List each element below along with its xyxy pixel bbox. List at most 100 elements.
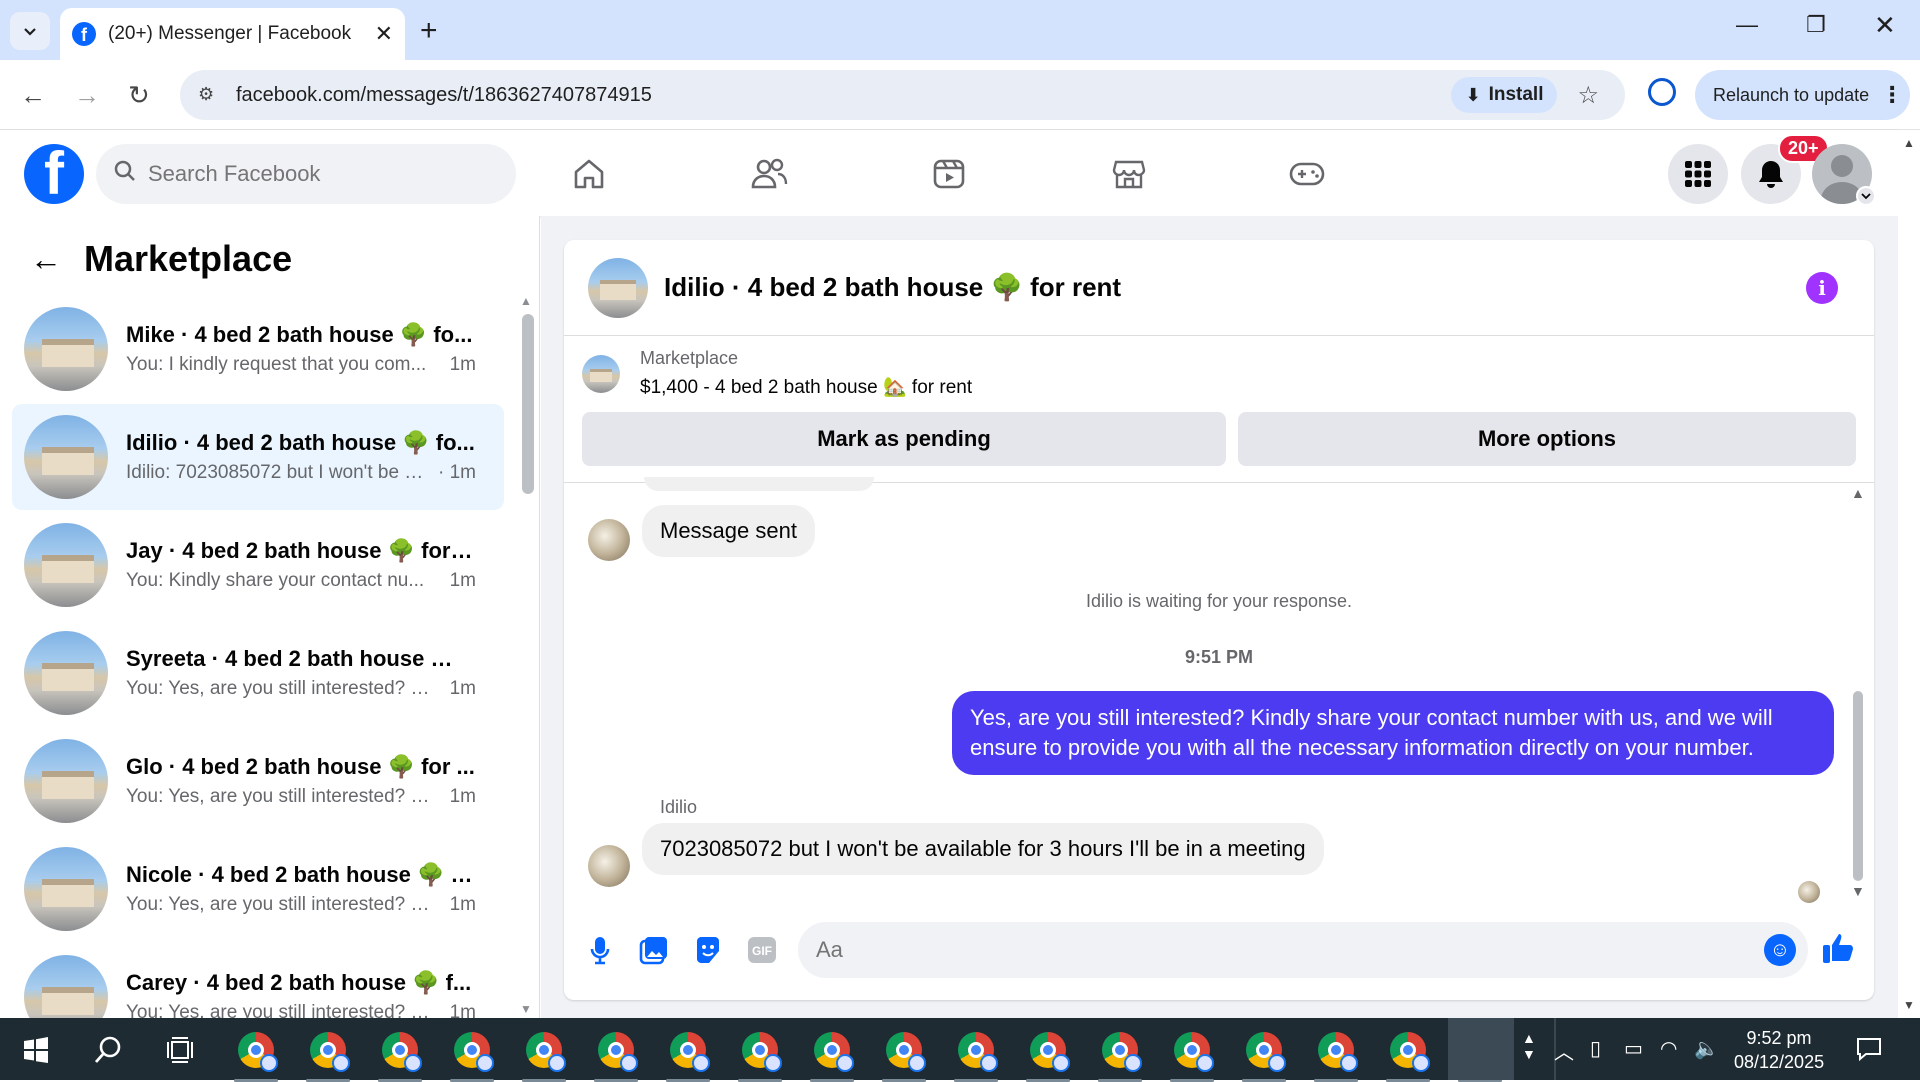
more-options-button[interactable]: More options xyxy=(1238,412,1856,466)
chrome-taskbar-icon[interactable] xyxy=(522,1028,566,1082)
conversation-list-scrollbar[interactable] xyxy=(522,314,534,494)
scroll-up-arrow-icon[interactable]: ▲ xyxy=(1851,485,1865,501)
message-thread: Message sent Idilio is waiting for your … xyxy=(564,477,1874,903)
mark-as-pending-button[interactable]: Mark as pending xyxy=(582,412,1226,466)
tab-close-icon[interactable]: ✕ xyxy=(375,21,393,47)
menu-grid-button[interactable] xyxy=(1668,144,1728,204)
url-text[interactable]: facebook.com/messages/t/1863627407874915 xyxy=(236,84,1451,107)
message-bubble-incoming[interactable]: Message sent xyxy=(642,505,815,557)
account-chevron-icon[interactable] xyxy=(1856,186,1876,206)
system-clock[interactable]: 9:52 pm 08/12/2025 xyxy=(1734,1026,1824,1074)
volume-icon[interactable]: 🔈 xyxy=(1694,1036,1719,1061)
gif-icon[interactable]: GIF xyxy=(744,932,780,968)
conversation-item[interactable]: Mike · 4 bed 2 bath house 🌳 fo... You: I… xyxy=(12,296,504,402)
chrome-taskbar-icon[interactable] xyxy=(1242,1028,1286,1082)
search-icon[interactable] xyxy=(86,1028,130,1072)
minimize-button[interactable]: — xyxy=(1736,12,1758,38)
chrome-taskbar-icon[interactable] xyxy=(306,1028,350,1082)
message-bubble-outgoing[interactable]: Yes, are you still interested? Kindly sh… xyxy=(952,691,1834,775)
idilio-avatar[interactable] xyxy=(588,845,630,887)
conversation-item[interactable]: Jay · 4 bed 2 bath house 🌳 for r... You:… xyxy=(12,512,504,618)
chrome-taskbar-icon[interactable] xyxy=(1098,1028,1142,1082)
bookmark-star-icon[interactable]: ☆ xyxy=(1577,81,1599,110)
omnibox[interactable]: ⚙ facebook.com/messages/t/18636274078749… xyxy=(180,70,1625,120)
home-icon[interactable] xyxy=(567,152,611,196)
chrome-taskbar-icon[interactable] xyxy=(666,1028,710,1082)
facebook-logo-icon[interactable]: f xyxy=(24,144,84,204)
back-button[interactable]: ← xyxy=(20,80,46,111)
chrome-taskbar-icon[interactable] xyxy=(594,1028,638,1082)
page-scrollbar[interactable]: ▲ ▼ xyxy=(1898,130,1920,1018)
sticker-icon[interactable] xyxy=(690,932,726,968)
friends-icon[interactable] xyxy=(747,152,791,196)
info-icon[interactable]: i xyxy=(1806,272,1838,304)
device-icon[interactable]: ▯ xyxy=(1590,1036,1601,1061)
chrome-icon xyxy=(238,1032,278,1072)
chrome-taskbar-icon[interactable] xyxy=(954,1028,998,1082)
marketplace-icon[interactable] xyxy=(1107,152,1151,196)
wifi-icon[interactable]: ◠ xyxy=(1660,1036,1677,1061)
message-input-field[interactable]: ☺ xyxy=(798,922,1808,978)
photo-icon[interactable] xyxy=(636,932,672,968)
browser-tab-bar: f (20+) Messenger | Facebook ✕ + — ❐ ✕ xyxy=(0,0,1920,60)
chrome-icon xyxy=(958,1032,998,1072)
message-bubble-incoming[interactable]: 7023085072 but I won't be available for … xyxy=(642,823,1324,875)
conversation-item[interactable]: Syreeta · 4 bed 2 bath house 🌳 ... You: … xyxy=(12,620,504,726)
chrome-taskbar-icon[interactable] xyxy=(738,1028,782,1082)
chrome-taskbar-icon[interactable] xyxy=(1170,1028,1214,1082)
show-hidden-icons-icon[interactable]: ︿ xyxy=(1554,1036,1574,1065)
scroll-down-arrow-icon[interactable]: ▼ xyxy=(520,1002,532,1016)
conversation-item[interactable]: Carey · 4 bed 2 bath house 🌳 f... You: Y… xyxy=(12,944,504,1018)
profile-icon[interactable] xyxy=(1648,78,1676,106)
chrome-taskbar-icon[interactable] xyxy=(882,1028,926,1082)
search-facebook[interactable] xyxy=(96,144,516,204)
page-scroll-down-icon[interactable]: ▼ xyxy=(1903,998,1915,1012)
chrome-taskbar-icon[interactable] xyxy=(810,1028,854,1082)
chat-scrollbar[interactable] xyxy=(1853,691,1863,881)
listing-thumbnail xyxy=(582,354,620,393)
site-info-icon[interactable]: ⚙ xyxy=(198,84,220,106)
chat-avatar[interactable] xyxy=(588,257,648,318)
chrome-taskbar-icon[interactable] xyxy=(234,1028,278,1082)
menu-kebab-icon[interactable]: ⋮ xyxy=(1881,82,1903,108)
scroll-down-arrow-icon[interactable]: ▼ xyxy=(1851,883,1865,899)
listing-avatar xyxy=(24,415,108,499)
restore-button[interactable]: ❐ xyxy=(1806,12,1826,38)
install-button[interactable]: ⬇ Install xyxy=(1451,77,1558,113)
windows-start-icon[interactable] xyxy=(14,1028,58,1072)
like-thumbs-up-icon[interactable] xyxy=(1820,930,1856,966)
notification-center-icon[interactable] xyxy=(1856,1036,1882,1068)
chrome-taskbar-icon[interactable] xyxy=(1386,1028,1430,1082)
tab-search-button[interactable] xyxy=(10,12,50,50)
chrome-taskbar-icon[interactable] xyxy=(450,1028,494,1082)
video-icon[interactable] xyxy=(927,152,971,196)
conversation-item-active[interactable]: Idilio · 4 bed 2 bath house 🌳 fo... Idil… xyxy=(12,404,504,510)
message-timestamp: 9:51 PM xyxy=(1184,647,1254,667)
conversation-item[interactable]: Glo · 4 bed 2 bath house 🌳 for ... You: … xyxy=(12,728,504,834)
taskbar-scroll-icon[interactable]: ▲ ▼ xyxy=(1522,1030,1536,1062)
microphone-icon[interactable] xyxy=(582,932,618,968)
chat-title[interactable]: Idilio · 4 bed 2 bath house 🌳 for rent xyxy=(664,272,1121,303)
browser-tab-active[interactable]: f (20+) Messenger | Facebook ✕ xyxy=(60,8,405,60)
chrome-taskbar-icon[interactable] xyxy=(378,1028,422,1082)
gaming-icon[interactable] xyxy=(1285,152,1329,196)
search-input[interactable] xyxy=(148,161,448,187)
task-view-icon[interactable] xyxy=(158,1028,202,1072)
chrome-taskbar-icon[interactable] xyxy=(1314,1028,1358,1082)
listing-card[interactable]: Marketplace $1,400 - 4 bed 2 bath house … xyxy=(582,348,972,399)
message-input[interactable] xyxy=(816,937,1716,963)
conversation-item[interactable]: Nicole · 4 bed 2 bath house 🌳 f... You: … xyxy=(12,836,504,942)
close-window-button[interactable]: ✕ xyxy=(1874,10,1896,41)
battery-icon[interactable]: ▭ xyxy=(1624,1036,1643,1061)
chrome-icon xyxy=(1102,1032,1142,1072)
scroll-up-arrow-icon[interactable]: ▲ xyxy=(520,294,532,308)
idilio-avatar[interactable] xyxy=(588,519,630,561)
back-arrow-icon[interactable]: ← xyxy=(30,241,62,278)
reload-button[interactable]: ↻ xyxy=(128,80,150,111)
emoji-icon[interactable]: ☺ xyxy=(1764,934,1796,966)
new-tab-button[interactable]: + xyxy=(420,14,438,48)
chrome-taskbar-icon[interactable] xyxy=(1026,1028,1070,1082)
relaunch-button[interactable]: Relaunch to update ⋮ xyxy=(1695,70,1910,120)
forward-button[interactable]: → xyxy=(74,80,100,111)
page-scroll-up-icon[interactable]: ▲ xyxy=(1903,136,1915,150)
